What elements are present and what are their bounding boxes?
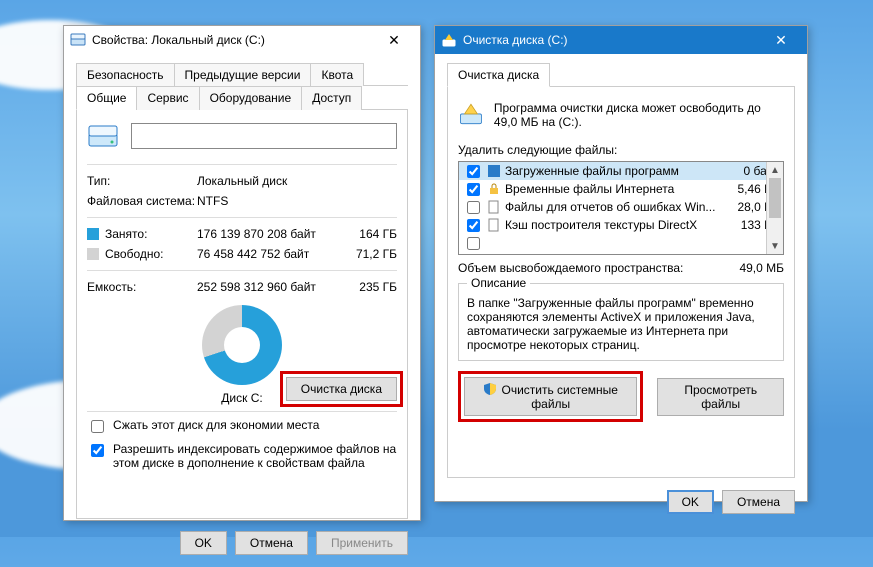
window-title: Очистка диска (C:) — [463, 33, 761, 47]
free-space-value: 49,0 МБ — [739, 261, 784, 275]
cleanup-tabs: Очистка диска — [447, 62, 795, 87]
file-checkbox[interactable] — [467, 237, 480, 250]
free-space-label: Объем высвобождаемого пространства: — [458, 261, 683, 275]
capacity-bytes: 252 598 312 960 байт — [197, 280, 337, 294]
volume-name-input[interactable] — [131, 123, 397, 149]
file-checkbox[interactable] — [467, 165, 480, 178]
scroll-up-icon[interactable]: ▲ — [767, 162, 783, 178]
description-text: В папке "Загруженные файлы программ" вре… — [467, 296, 775, 352]
usage-pie-chart — [202, 305, 282, 385]
cleanup-message: Программа очистки диска может освободить… — [494, 101, 784, 133]
ok-button[interactable]: OK — [180, 531, 227, 555]
file-icon — [487, 218, 501, 232]
file-list[interactable]: Загруженные файлы программ 0 байт Времен… — [458, 161, 784, 255]
used-label: Занято: — [87, 227, 197, 241]
close-button[interactable]: ✕ — [761, 26, 801, 54]
cancel-button[interactable]: Отмена — [722, 490, 795, 514]
compress-checkbox[interactable]: Сжать этот диск для экономии места — [87, 418, 397, 436]
used-swatch-icon — [87, 228, 99, 240]
highlight-sysfiles: Очистить системные файлы — [458, 371, 643, 422]
list-label: Удалить следующие файлы: — [458, 143, 784, 157]
disk-caption: Диск C: — [221, 391, 262, 405]
tab-quota[interactable]: Квота — [310, 63, 364, 86]
cancel-button[interactable]: Отмена — [235, 531, 308, 555]
free-swatch-icon — [87, 248, 99, 260]
file-item[interactable]: Файлы для отчетов об ошибках Win... 28,0… — [459, 198, 783, 216]
file-icon — [487, 164, 501, 178]
cleanup-panel: Программа очистки диска может освободить… — [447, 87, 795, 478]
type-value: Локальный диск — [197, 174, 397, 188]
file-item[interactable] — [459, 234, 783, 252]
capacity-label: Емкость: — [87, 280, 197, 294]
type-label: Тип: — [87, 174, 197, 188]
file-item[interactable]: Кэш построителя текстуры DirectX 133 КБ — [459, 216, 783, 234]
tab-previous-versions[interactable]: Предыдущие версии — [174, 63, 312, 86]
shield-icon — [483, 382, 497, 396]
scroll-down-icon[interactable]: ▼ — [767, 238, 783, 254]
scroll-thumb[interactable] — [769, 178, 781, 218]
tab-security[interactable]: Безопасность — [76, 63, 175, 86]
highlight-cleanup: Очистка диска — [280, 371, 403, 407]
description-group: Описание В папке "Загруженные файлы прог… — [458, 283, 784, 361]
tab-row-bottom: Общие Сервис Оборудование Доступ — [76, 85, 408, 110]
close-button[interactable]: ✕ — [374, 26, 414, 54]
compress-checkbox-input[interactable] — [91, 420, 104, 433]
file-name: Загруженные файлы программ — [505, 164, 719, 178]
cleanup-large-icon — [458, 101, 484, 133]
drive-icon — [70, 32, 86, 48]
properties-window: Свойства: Локальный диск (C:) ✕ Безопасн… — [63, 25, 421, 521]
cleanup-window: Очистка диска (C:) ✕ Очистка диска Прогр… — [434, 25, 808, 502]
free-bytes: 76 458 442 752 байт — [197, 247, 337, 261]
file-item[interactable]: Временные файлы Интернета 5,46 КБ — [459, 180, 783, 198]
file-item[interactable]: Загруженные файлы программ 0 байт — [459, 162, 783, 180]
lock-icon — [487, 182, 501, 196]
file-name: Кэш построителя текстуры DirectX — [505, 218, 719, 232]
disk-cleanup-button[interactable]: Очистка диска — [286, 377, 397, 401]
window-title: Свойства: Локальный диск (C:) — [92, 33, 374, 47]
capacity-size: 235 ГБ — [337, 280, 397, 294]
file-checkbox[interactable] — [467, 183, 480, 196]
tab-general[interactable]: Общие — [76, 86, 137, 110]
description-title: Описание — [467, 276, 530, 290]
view-files-button[interactable]: Просмотреть файлы — [657, 378, 784, 416]
titlebar: Свойства: Локальный диск (C:) ✕ — [64, 26, 420, 54]
compress-label: Сжать этот диск для экономии места — [113, 418, 319, 432]
cleanup-icon — [441, 32, 457, 48]
file-name: Временные файлы Интернета — [505, 182, 719, 196]
fs-value: NTFS — [197, 194, 397, 208]
free-size: 71,2 ГБ — [337, 247, 397, 261]
index-checkbox[interactable]: Разрешить индексировать содержимое файло… — [87, 442, 397, 470]
used-size: 164 ГБ — [337, 227, 397, 241]
free-label: Свободно: — [87, 247, 197, 261]
index-label: Разрешить индексировать содержимое файло… — [113, 442, 397, 470]
tab-sharing[interactable]: Доступ — [301, 86, 362, 110]
apply-button[interactable]: Применить — [316, 531, 408, 555]
titlebar: Очистка диска (C:) ✕ — [435, 26, 807, 54]
tab-row-top: Безопасность Предыдущие версии Квота — [76, 62, 408, 86]
tab-tools[interactable]: Сервис — [136, 86, 199, 110]
file-checkbox[interactable] — [467, 219, 480, 232]
index-checkbox-input[interactable] — [91, 444, 104, 457]
clean-system-files-button[interactable]: Очистить системные файлы — [464, 377, 637, 416]
tab-cleanup[interactable]: Очистка диска — [447, 63, 550, 87]
file-icon — [487, 200, 501, 214]
fs-label: Файловая система: — [87, 194, 197, 208]
tab-hardware[interactable]: Оборудование — [199, 86, 303, 110]
used-bytes: 176 139 870 208 байт — [197, 227, 337, 241]
drive-large-icon — [87, 120, 119, 152]
scrollbar[interactable]: ▲ ▼ — [766, 162, 783, 254]
file-checkbox[interactable] — [467, 201, 480, 214]
general-panel: Тип:Локальный диск Файловая система:NTFS… — [76, 110, 408, 519]
ok-button[interactable]: OK — [667, 490, 714, 514]
file-name: Файлы для отчетов об ошибках Win... — [505, 200, 719, 214]
